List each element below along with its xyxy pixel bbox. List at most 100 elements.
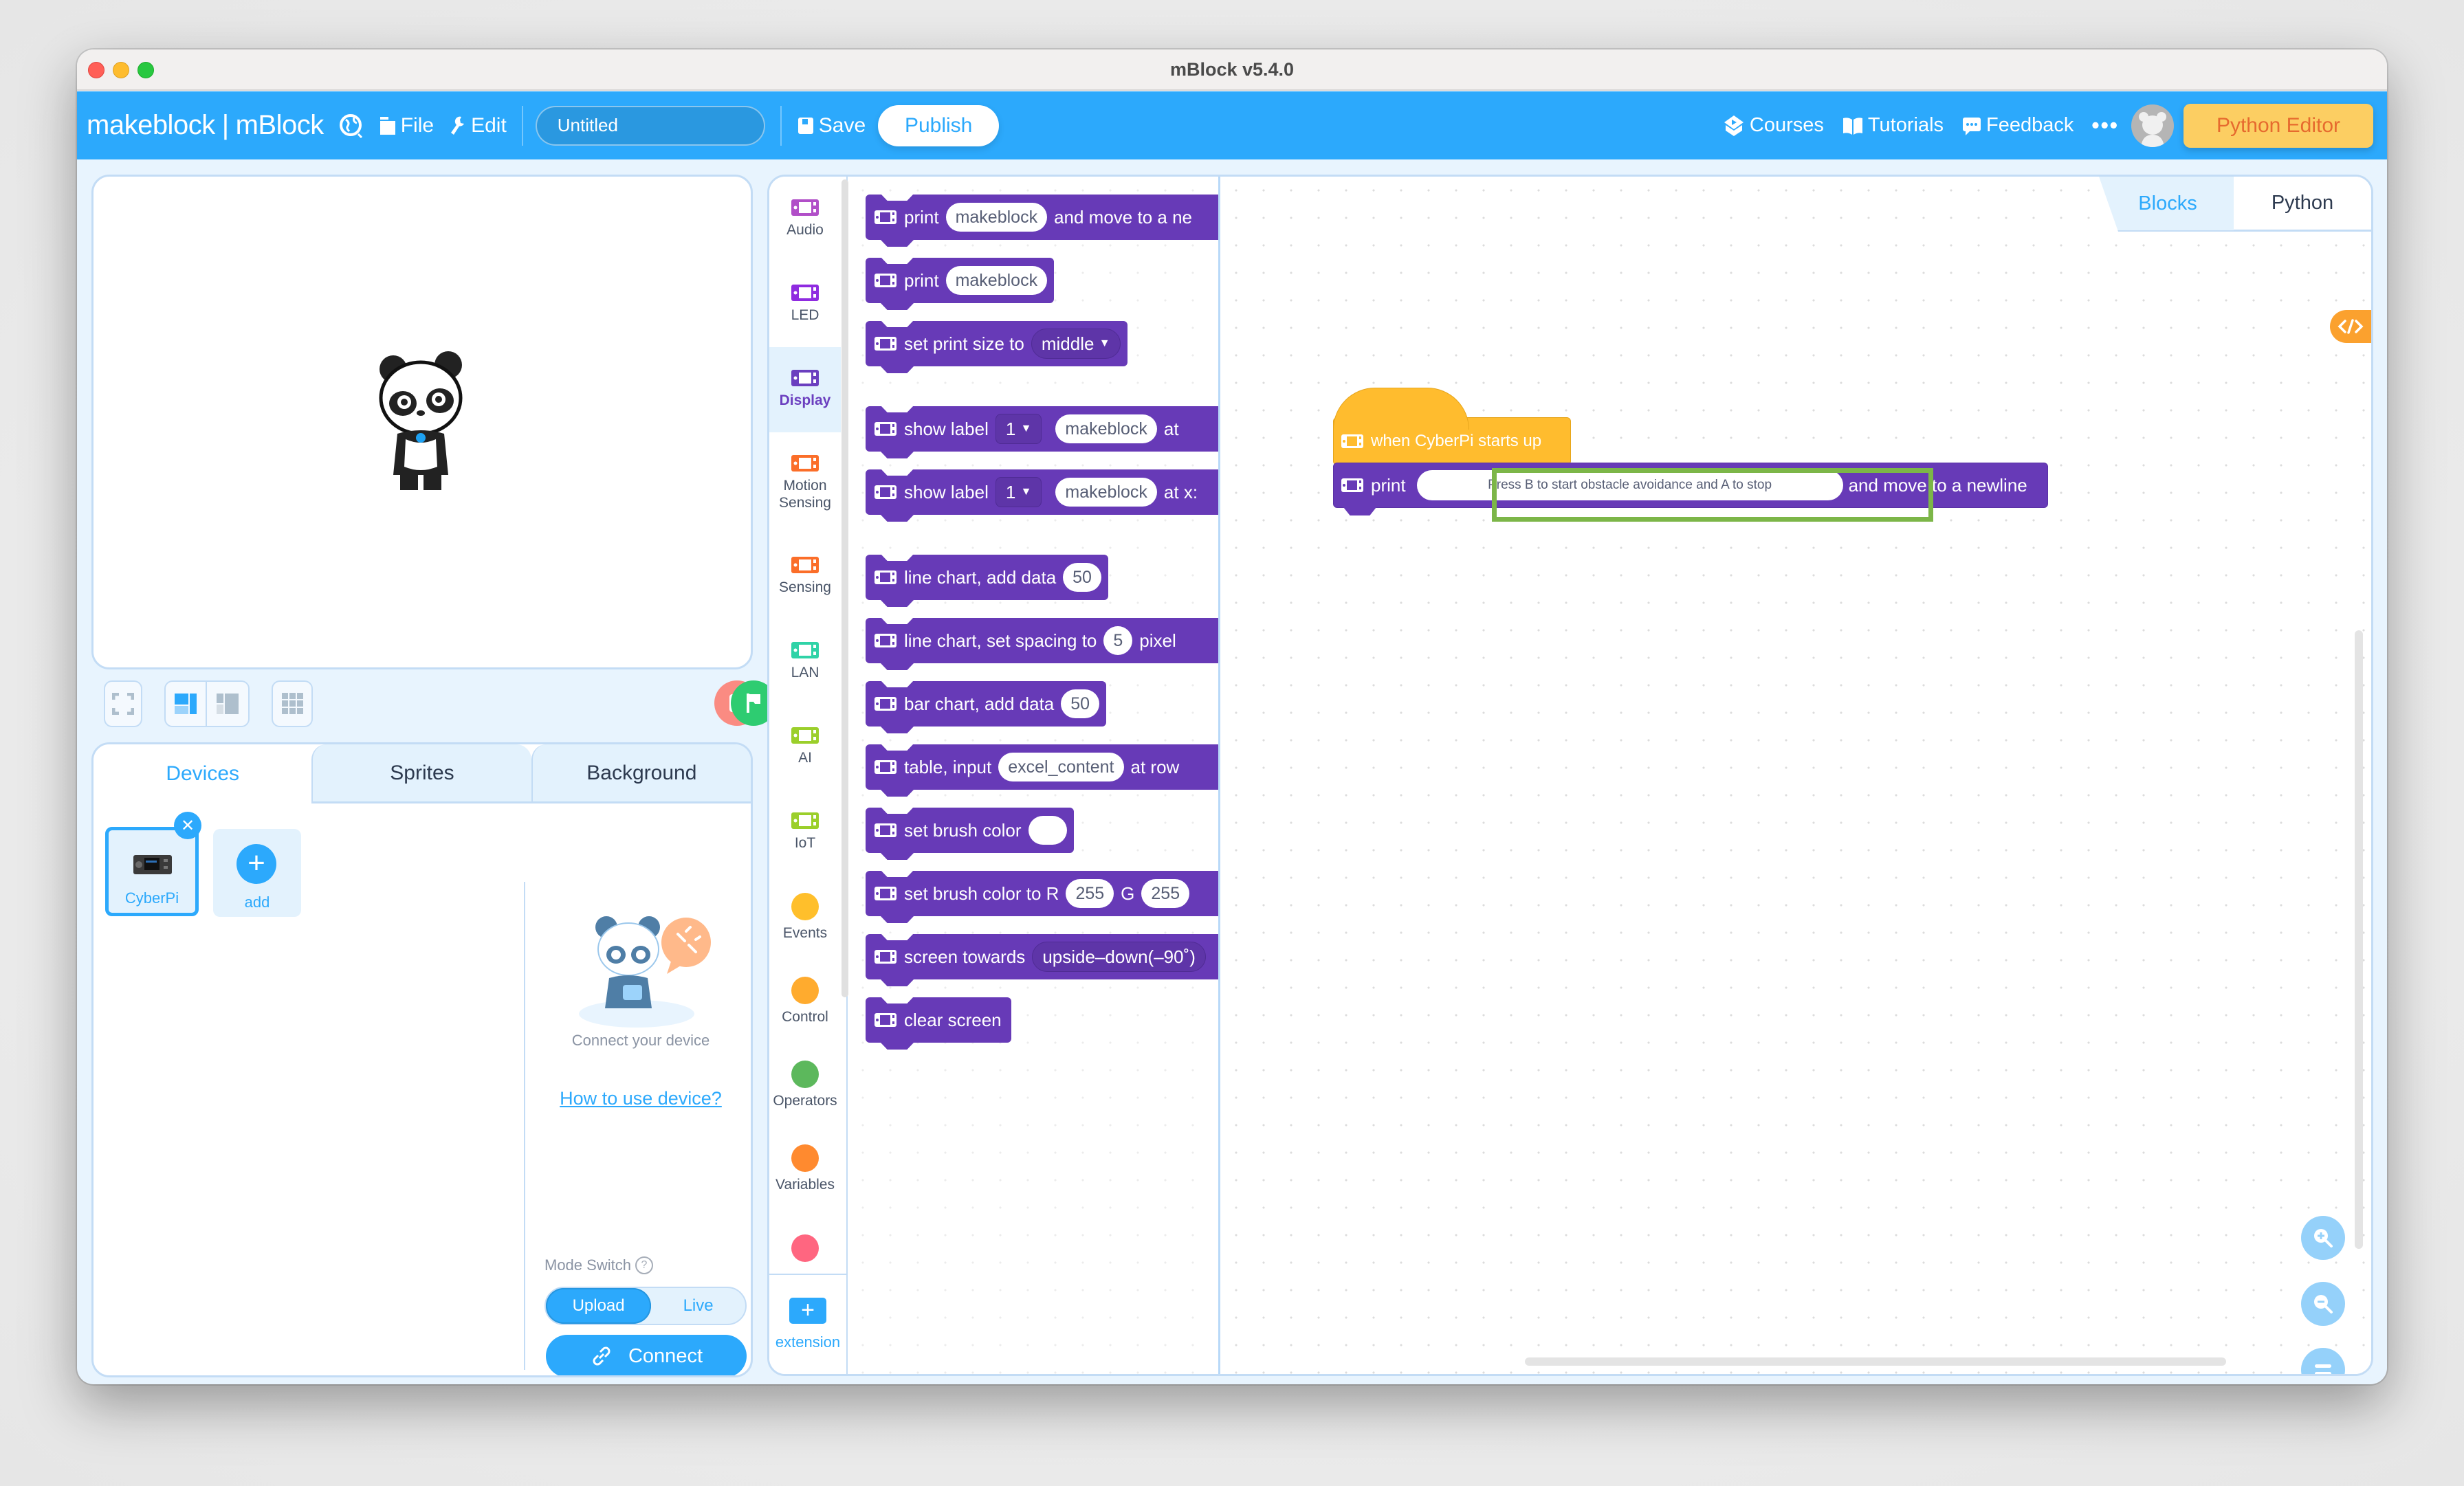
workspace-horizontal-scrollbar[interactable] xyxy=(1525,1357,2226,1366)
device-icon xyxy=(874,274,896,287)
more-menu-button[interactable]: ••• xyxy=(2091,113,2119,138)
block-input[interactable]: excel_content xyxy=(998,753,1124,781)
block-dropdown[interactable]: upside–down(–90˚) xyxy=(1032,942,1206,972)
block-input-g[interactable]: 255 xyxy=(1141,879,1190,908)
block-set-print-size[interactable]: set print size to middle ▼ xyxy=(866,321,1128,366)
zoom-out-button[interactable] xyxy=(2301,1282,2345,1326)
remove-device-button[interactable]: ✕ xyxy=(174,812,201,839)
block-set-brush-rgb[interactable]: set brush color to R 255 G 255 xyxy=(866,871,1218,916)
script-workspace[interactable]: Blocks Python when CyberPi starts up pri… xyxy=(1222,177,2371,1374)
block-input-r[interactable]: 255 xyxy=(1066,879,1114,908)
device-card-cyberpi[interactable]: CyberPi xyxy=(105,827,199,916)
block-input[interactable]: makeblock xyxy=(945,266,1048,295)
block-input[interactable]: 50 xyxy=(1061,689,1100,718)
block-show-label-xy[interactable]: show label 1 ▼ makeblock at x: xyxy=(866,469,1218,515)
block-input[interactable]: 50 xyxy=(1063,563,1101,592)
file-icon xyxy=(380,116,395,135)
device-icon xyxy=(791,199,819,217)
block-dropdown[interactable]: 1 ▼ xyxy=(995,477,1042,507)
block-clear-screen[interactable]: clear screen xyxy=(866,997,1011,1043)
small-stage-layout-button[interactable] xyxy=(207,682,248,726)
block-table-input[interactable]: table, input excel_content at row xyxy=(866,744,1218,790)
language-globe-icon[interactable] xyxy=(339,113,364,138)
close-window-button[interactable] xyxy=(88,62,104,78)
category-dot-icon xyxy=(791,977,819,1005)
mode-live-option[interactable]: Live xyxy=(651,1288,745,1324)
help-icon[interactable]: ? xyxy=(635,1256,653,1274)
category-operators[interactable]: Operators xyxy=(769,1043,841,1128)
block-text: set brush color xyxy=(904,819,1022,841)
category-iot[interactable]: IoT xyxy=(769,790,841,875)
tutorials-link[interactable]: Tutorials xyxy=(1842,114,1944,137)
block-print-newline[interactable]: print makeblock and move to a ne xyxy=(866,195,1218,240)
device-icon xyxy=(874,210,896,224)
minimize-window-button[interactable] xyxy=(113,62,129,78)
tab-blocks[interactable]: Blocks xyxy=(2099,177,2236,232)
category-ai[interactable]: AI xyxy=(769,705,841,790)
device-icon xyxy=(874,634,896,647)
user-avatar[interactable] xyxy=(2131,104,2174,147)
python-editor-button[interactable]: Python Editor xyxy=(2184,103,2373,148)
how-to-use-device-link[interactable]: How to use device? xyxy=(538,1088,744,1109)
large-stage-layout-button[interactable] xyxy=(166,682,208,726)
save-button[interactable]: Save xyxy=(797,114,866,137)
category-audio[interactable]: Audio xyxy=(769,177,841,262)
block-dropdown[interactable]: 1 ▼ xyxy=(995,414,1042,444)
code-panel-toggle[interactable] xyxy=(2330,310,2371,343)
block-input[interactable]: 5 xyxy=(1103,626,1133,655)
publish-button[interactable]: Publish xyxy=(878,104,1000,146)
block-screen-towards[interactable]: screen towards upside–down(–90˚) xyxy=(866,934,1218,979)
category-label: Sensing xyxy=(779,579,831,596)
block-line-chart-spacing[interactable]: line chart, set spacing to 5 pixel xyxy=(866,618,1218,663)
grid-view-button[interactable] xyxy=(272,680,313,727)
zoom-in-button[interactable] xyxy=(2301,1216,2345,1260)
fullscreen-button[interactable] xyxy=(104,680,142,727)
project-title-input[interactable] xyxy=(535,105,765,146)
mode-upload-option[interactable]: Upload xyxy=(546,1288,652,1324)
print-message-block[interactable]: print Press B to start obstacle avoidanc… xyxy=(1333,463,2048,508)
block-palette: print makeblock and move to a ne print m… xyxy=(849,177,1220,1374)
tab-background[interactable]: Background xyxy=(531,744,751,803)
block-line-chart-add[interactable]: line chart, add data 50 xyxy=(866,555,1108,600)
block-input[interactable]: makeblock xyxy=(945,203,1048,232)
workspace-vertical-scrollbar[interactable] xyxy=(2355,630,2363,1249)
category-display[interactable]: Display xyxy=(769,347,841,432)
maximize-window-button[interactable] xyxy=(138,62,154,78)
device-icon xyxy=(791,557,819,574)
courses-link[interactable]: Courses xyxy=(1722,114,1824,137)
category-events[interactable]: Events xyxy=(769,875,841,960)
edit-menu[interactable]: Edit xyxy=(449,114,507,137)
block-input[interactable]: makeblock xyxy=(1055,414,1157,443)
connect-button[interactable]: Connect xyxy=(546,1335,747,1375)
print-message-input[interactable]: Press B to start obstacle avoidance and … xyxy=(1416,470,1843,500)
block-bar-chart-add[interactable]: bar chart, add data 50 xyxy=(866,681,1107,727)
block-print[interactable]: print makeblock xyxy=(866,258,1055,303)
category-motion-sensing[interactable]: Motion Sensing xyxy=(769,432,841,534)
feedback-link[interactable]: Feedback xyxy=(1961,114,2074,137)
mode-switch-text: Mode Switch xyxy=(544,1256,631,1274)
reset-zoom-button[interactable] xyxy=(2301,1348,2345,1374)
panda-sprite[interactable] xyxy=(373,350,469,494)
category-scrollbar[interactable] xyxy=(842,179,848,997)
category-variables[interactable]: Variables xyxy=(769,1127,841,1212)
color-picker-input[interactable] xyxy=(1028,816,1067,845)
tab-devices[interactable]: Devices xyxy=(94,744,312,803)
category-more[interactable] xyxy=(769,1208,841,1293)
category-control[interactable]: Control xyxy=(769,959,841,1044)
when-cyberpi-starts-block[interactable]: when CyberPi starts up xyxy=(1333,388,1571,465)
category-sensing[interactable]: Sensing xyxy=(769,534,841,619)
file-menu-label: File xyxy=(400,113,434,137)
block-input[interactable]: makeblock xyxy=(1055,478,1157,507)
tab-sprites[interactable]: Sprites xyxy=(311,744,531,803)
file-menu[interactable]: File xyxy=(379,114,434,137)
category-led[interactable]: LED xyxy=(769,262,841,347)
block-show-label[interactable]: show label 1 ▼ makeblock at xyxy=(866,406,1218,452)
tab-python[interactable]: Python xyxy=(2234,177,2371,232)
device-icon xyxy=(874,570,896,584)
block-dropdown[interactable]: middle ▼ xyxy=(1031,329,1121,359)
category-label: AI xyxy=(798,750,812,766)
add-device-button[interactable]: + add xyxy=(213,829,301,917)
category-lan[interactable]: LAN xyxy=(769,619,841,705)
stage-canvas[interactable] xyxy=(91,175,753,669)
block-set-brush-color[interactable]: set brush color xyxy=(866,808,1074,853)
